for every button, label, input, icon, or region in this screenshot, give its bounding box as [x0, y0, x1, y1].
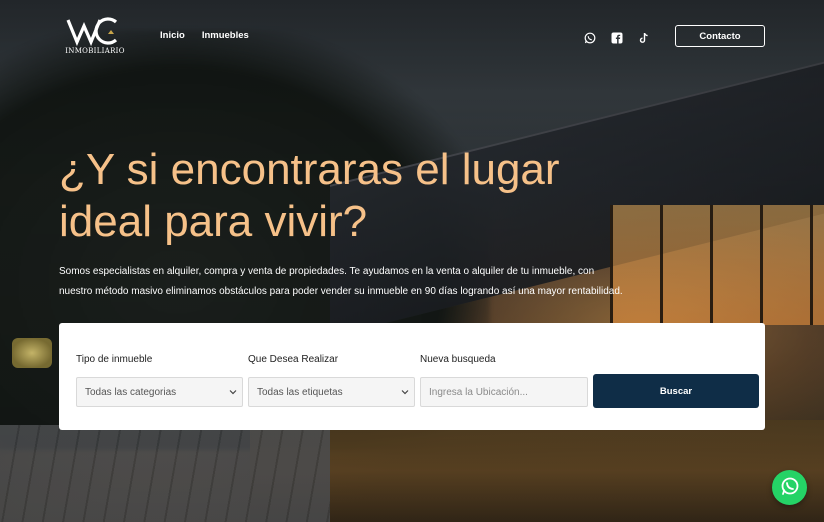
headline-line-2: ideal para vivir? — [59, 197, 368, 246]
facebook-icon[interactable] — [611, 29, 623, 44]
whatsapp-float-button[interactable] — [772, 470, 807, 505]
property-type-label: Tipo de inmueble — [76, 354, 153, 365]
contact-button[interactable]: Contacto — [675, 25, 765, 47]
location-input[interactable]: Ingresa la Ubicación... — [420, 377, 588, 407]
nav-item-inmuebles[interactable]: Inmuebles — [202, 30, 249, 41]
location-label: Nueva busqueda — [420, 354, 496, 365]
subtitle-line-1: Somos especialistas en alquiler, compra … — [59, 266, 595, 277]
hero-overlay — [0, 0, 824, 522]
tiktok-icon[interactable] — [638, 29, 650, 43]
property-type-select[interactable]: Todas las categorias — [76, 377, 243, 407]
hero-subtitle: Somos especialistas en alquiler, compra … — [59, 262, 759, 302]
headline-line-1: ¿Y si encontraras el lugar — [59, 145, 560, 194]
property-type-value: Todas las categorias — [85, 386, 177, 398]
chevron-down-icon — [229, 388, 237, 396]
operation-label: Que Desea Realizar — [248, 354, 339, 365]
nav-item-inicio[interactable]: Inicio — [160, 30, 185, 41]
operation-value: Todas las etiquetas — [257, 386, 343, 398]
whatsapp-icon — [780, 476, 800, 500]
search-card: Tipo de inmueble Que Desea Realizar Nuev… — [59, 323, 765, 430]
social-links — [584, 29, 650, 44]
operation-select[interactable]: Todas las etiquetas — [248, 377, 415, 407]
search-button[interactable]: Buscar — [593, 374, 759, 408]
hero-headline: ¿Y si encontraras el lugar ideal para vi… — [59, 144, 719, 248]
subtitle-line-2: nuestro método masivo eliminamos obstácu… — [59, 286, 623, 297]
chevron-down-icon — [401, 388, 409, 396]
main-nav: Inicio Inmuebles — [160, 30, 249, 41]
logo-text: INMOBILIARIO — [65, 47, 125, 55]
whatsapp-icon[interactable] — [584, 29, 596, 44]
